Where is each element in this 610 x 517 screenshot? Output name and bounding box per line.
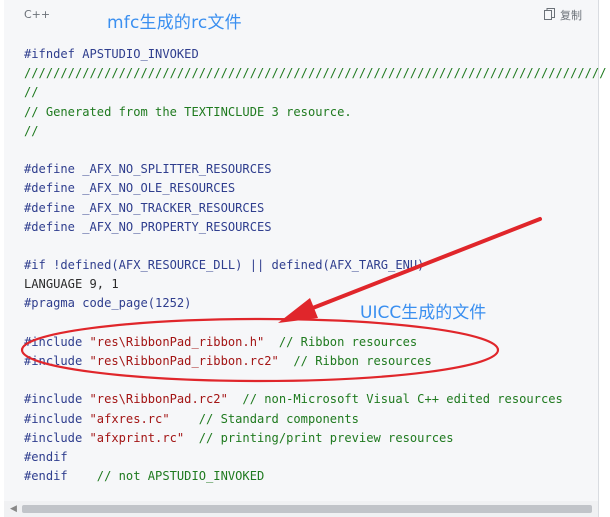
copy-button[interactable]: 复制 [544,6,582,24]
code-token-comment: // not APSTUDIO_INVOKED [67,469,265,484]
code-line: #endif [24,448,606,467]
code-line: #define _AFX_NO_SPLITTER_RESOURCES [24,160,606,179]
code-token-str: "res\RibbonPad_ribbon.rc2" [89,354,279,368]
code-line: #define _AFX_NO_PROPERTY_RESOURCES [24,218,606,237]
code-token-directive: #include [24,392,90,407]
code-token-str: "res\RibbonPad_ribbon.h" [89,334,265,349]
code-token-directive: #define _AFX_NO_PROPERTY_RESOURCES [24,219,272,234]
code-token-comment: // Ribbon resources [264,334,418,349]
code-token-directive: #include [24,354,90,368]
code-line: // [24,122,606,141]
code-token-directive: #define _AFX_NO_TRACKER_RESOURCES [24,200,265,215]
code-token-comment: // Ribbon resources [278,354,432,368]
annotation-mfc-rc: mfc生成的rc文件 [107,13,242,33]
code-line: ////////////////////////////////////////… [24,64,606,83]
code-line: #ifndef APSTUDIO_INVOKED [24,45,606,64]
code-token-plain: LANGUAGE 9, 1 [24,277,119,292]
code-line: #define _AFX_NO_TRACKER_RESOURCES [24,199,606,218]
horizontal-scrollbar[interactable]: ◀ [4,501,598,517]
annotation-uicc-files: UICC生成的文件 [360,303,487,323]
code-token-str: "afxres.rc" [89,411,170,426]
code-token-str: "afxprint.rc" [89,430,185,445]
code-content[interactable]: #ifndef APSTUDIO_INVOKED////////////////… [24,45,606,486]
code-token-comment: ////////////////////////////////////////… [24,66,607,81]
code-token-directive: #endif [24,449,68,464]
scroll-left-icon[interactable]: ◀ [10,504,20,514]
code-line: #include "afxres.rc" // Standard compone… [24,410,606,429]
code-line: #pragma code_page(1252) [24,294,606,313]
code-token-comment: // printing/print preview resources [184,430,454,445]
code-token-directive: #define _AFX_NO_OLE_RESOURCES [24,181,236,196]
code-line: LANGUAGE 9, 1 [24,275,606,294]
copy-label: 复制 [560,9,582,22]
code-line: #include "res\RibbonPad.rc2" // non-Micr… [24,390,606,409]
code-line: #endif // not APSTUDIO_INVOKED [24,467,606,486]
code-token-comment: // [24,123,39,138]
code-line: #define _AFX_NO_OLE_RESOURCES [24,179,606,198]
code-line: // Generated from the TEXTINCLUDE 3 reso… [24,103,606,122]
code-line: #if !defined(AFX_RESOURCE_DLL) || define… [24,256,606,275]
code-token-directive: #define _AFX_NO_SPLITTER_RESOURCES [24,162,272,177]
code-block: C++ mfc生成的rc文件 复制 #ifndef APSTUDIO_INVOK… [4,0,606,517]
code-token-directive: #pragma code_page(1252) [24,296,192,311]
code-token-directive: #include [24,430,90,445]
language-label: C++ [24,8,51,21]
code-token-str: "res\RibbonPad.rc2" [89,392,228,407]
code-token-comment: // Generated from the TEXTINCLUDE 3 reso… [24,104,352,119]
code-line: #include "afxprint.rc" // printing/print… [24,429,606,448]
code-block-header: C++ mfc生成的rc文件 复制 [4,0,598,33]
code-token-comment: // non-Microsoft Visual C++ edited resou… [227,392,563,407]
code-token-directive: #ifndef APSTUDIO_INVOKED [24,47,199,61]
code-token-comment: // [24,85,39,100]
code-token-directive: #include [24,334,90,349]
code-line: #include "res\RibbonPad_ribbon.rc2" // R… [24,352,606,371]
scrollbar-thumb[interactable] [22,505,592,513]
copy-icon [544,7,560,23]
code-line: #include "res\RibbonPad_ribbon.h" // Rib… [24,333,606,352]
code-token-directive: #endif [24,469,68,484]
code-token-directive: #include [24,411,90,426]
code-token-directive: #if !defined(AFX_RESOURCE_DLL) || define… [24,258,425,273]
code-token-comment: // Standard components [169,411,359,426]
code-line: // [24,83,606,102]
